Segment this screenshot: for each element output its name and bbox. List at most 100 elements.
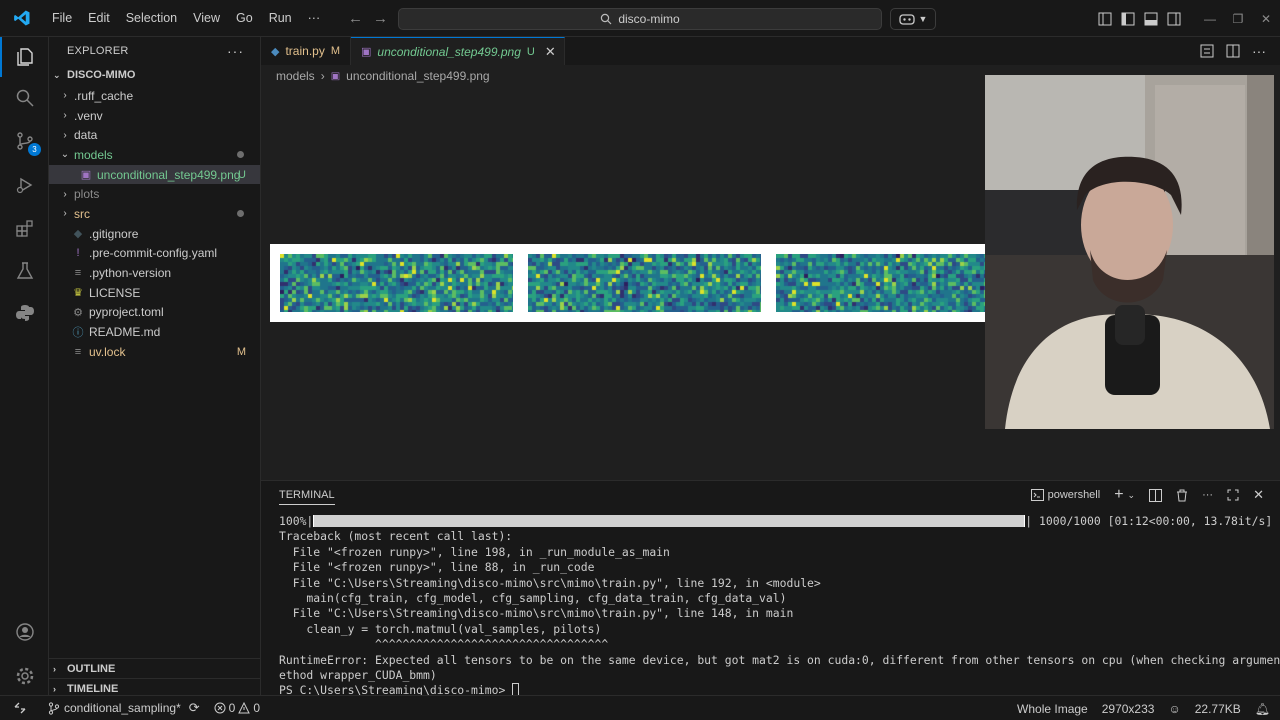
progress-stats: | 1000/1000 [01:12<00:00, 13.78it/s] — [1025, 514, 1273, 528]
image-preview[interactable] — [270, 244, 985, 322]
tree-item-readme-md[interactable]: ⓘ README.md — [49, 322, 260, 342]
status-bar: conditional_sampling* ⟳ 0 0 Whole Image … — [0, 695, 1280, 720]
license-file-icon: ♛ — [73, 287, 83, 300]
tree-item-unconditional-step499-png[interactable]: ▣ unconditional_step499.png U — [49, 164, 260, 185]
remote-indicator[interactable] — [0, 696, 40, 720]
python-activity[interactable] — [0, 293, 49, 333]
more-actions-icon[interactable]: ··· — [1252, 43, 1266, 59]
tree-item-venv[interactable]: › .venv — [49, 106, 260, 126]
menu-run[interactable]: Run — [261, 0, 300, 37]
new-terminal-icon[interactable]: + — [1114, 486, 1123, 504]
error-icon — [214, 702, 226, 714]
timeline-label: TIMELINE — [67, 682, 119, 695]
terminal-output[interactable]: 100%| | 1000/1000 [01:12<00:00, 13.78it/s… — [279, 514, 1280, 699]
tab-terminal[interactable]: TERMINAL — [279, 489, 335, 505]
image-file-icon: ▣ — [330, 70, 341, 82]
copilot-status-icon[interactable]: ☺ — [1168, 702, 1180, 716]
breadcrumb-folder[interactable]: models — [276, 69, 315, 83]
outline-section[interactable]: › OUTLINE — [49, 658, 261, 678]
toggle-secondary-sidebar-icon[interactable] — [1167, 12, 1181, 26]
problems-item[interactable]: 0 0 — [214, 701, 260, 715]
tree-item-src[interactable]: › src — [49, 204, 260, 224]
back-arrow-icon[interactable]: ← — [348, 10, 363, 27]
tree-item-gitignore[interactable]: ◆ .gitignore — [49, 224, 260, 244]
extensions-activity[interactable] — [0, 208, 49, 248]
chevron-down-icon[interactable]: ⌄ — [1128, 490, 1136, 501]
minimize-icon[interactable]: — — [1196, 12, 1224, 26]
close-tab-icon[interactable]: ✕ — [545, 44, 556, 60]
tree-item-label: plots — [74, 187, 100, 202]
chevron-right-icon: › — [63, 208, 67, 220]
explorer-activity[interactable] — [0, 37, 49, 77]
run-debug-activity[interactable] — [0, 165, 49, 205]
python-file-icon: ◆ — [271, 45, 280, 58]
menu-go[interactable]: Go — [228, 0, 261, 37]
terminal-line: ^^^^^^^^^^^^^^^^^^^^^^^^^^^^^^^^^^ — [279, 637, 609, 652]
terminal-shell-item[interactable]: powershell — [1030, 489, 1100, 501]
command-center-search[interactable]: disco-mimo — [398, 8, 882, 30]
tree-item-label: README.md — [89, 325, 161, 340]
manage-activity[interactable] — [0, 656, 49, 696]
toggle-panel-icon[interactable] — [1144, 12, 1158, 26]
tree-item-plots[interactable]: › plots — [49, 184, 260, 204]
chevron-down-icon: ⌄ — [53, 69, 61, 80]
toggle-sidebar-icon[interactable] — [1121, 12, 1135, 26]
sync-icon[interactable]: ⟳ — [189, 700, 200, 716]
breadcrumb-file[interactable]: unconditional_step499.png — [346, 69, 489, 83]
warning-icon — [238, 702, 251, 714]
customize-layout-icon[interactable] — [1098, 12, 1112, 26]
split-terminal-icon[interactable] — [1149, 488, 1163, 502]
tree-item-uv-lock[interactable]: ≡ uv.lock M — [49, 342, 260, 362]
split-editor-icon[interactable] — [1226, 44, 1240, 58]
zoom-mode[interactable]: Whole Image — [1017, 702, 1088, 716]
open-changes-icon[interactable] — [1200, 44, 1214, 58]
workspace-root[interactable]: ⌄ DISCO-MIMO — [49, 64, 260, 86]
yaml-file-icon: ! — [76, 247, 80, 260]
workspace-root-label: DISCO-MIMO — [67, 69, 136, 81]
search-activity[interactable] — [0, 78, 49, 118]
tree-item-pre-commit-config-yaml[interactable]: ! .pre-commit-config.yaml — [49, 244, 260, 264]
extensions-icon — [15, 220, 33, 237]
menu-selection[interactable]: Selection — [118, 0, 185, 37]
noise-panel — [528, 254, 761, 312]
tree-item-label: src — [74, 206, 90, 221]
noise-panel — [776, 254, 985, 312]
accounts-activity[interactable] — [0, 612, 49, 652]
tree-item-label: data — [74, 128, 98, 143]
source-control-activity[interactable]: 3 — [0, 121, 49, 161]
more-actions-icon[interactable]: ··· — [1202, 489, 1213, 501]
chevron-right-icon: › — [63, 90, 67, 102]
tree-item-models[interactable]: ⌄ models — [49, 145, 260, 165]
menu-view[interactable]: View — [185, 0, 228, 37]
gear-icon — [16, 667, 33, 685]
menu-file[interactable]: File — [44, 0, 80, 37]
maximize-panel-icon[interactable] — [1227, 489, 1239, 501]
tree-item-label: .gitignore — [89, 226, 139, 241]
tab-train-py[interactable]: ◆ train.py M — [261, 37, 351, 65]
tree-item-license[interactable]: ♛ LICENSE — [49, 283, 260, 303]
close-panel-icon[interactable]: ✕ — [1253, 487, 1264, 503]
menu-more[interactable]: ··· — [300, 0, 329, 37]
testing-activity[interactable] — [0, 251, 49, 291]
tree-item-ruff-cache[interactable]: › .ruff_cache — [49, 86, 260, 106]
terminal-line: RuntimeError: Expected all tensors to be… — [279, 652, 1280, 667]
branch-item[interactable]: conditional_sampling* — [48, 701, 181, 715]
menu-bar: File Edit Selection View Go Run ··· — [44, 0, 328, 37]
restore-icon[interactable]: ❐ — [1224, 12, 1252, 26]
tree-item-python-version[interactable]: ≡ .python-version — [49, 263, 260, 283]
notifications-bell-icon[interactable]: 🔔︎ — [1255, 702, 1270, 716]
tree-item-data[interactable]: › data — [49, 125, 260, 145]
info-file-icon: ⓘ — [72, 327, 84, 340]
status-right: Whole Image 2970x233 ☺ 22.77KB 🔔︎ — [1017, 696, 1270, 720]
menu-edit[interactable]: Edit — [80, 0, 118, 37]
close-window-icon[interactable]: ✕ — [1252, 12, 1280, 26]
more-actions-icon[interactable]: ··· — [227, 43, 244, 59]
chevron-down-icon: ⌄ — [60, 149, 70, 161]
forward-arrow-icon[interactable]: → — [373, 10, 388, 27]
tree-item-pyproject-toml[interactable]: ⚙ pyproject.toml — [49, 303, 260, 323]
copilot-button[interactable]: ▼ — [890, 8, 936, 30]
tree-item-label: pyproject.toml — [89, 305, 164, 320]
tab-unconditional-step499-png[interactable]: ▣ unconditional_step499.png U ✕ — [351, 37, 565, 65]
modified-dot-icon — [237, 210, 244, 218]
trash-icon[interactable] — [1176, 489, 1188, 502]
